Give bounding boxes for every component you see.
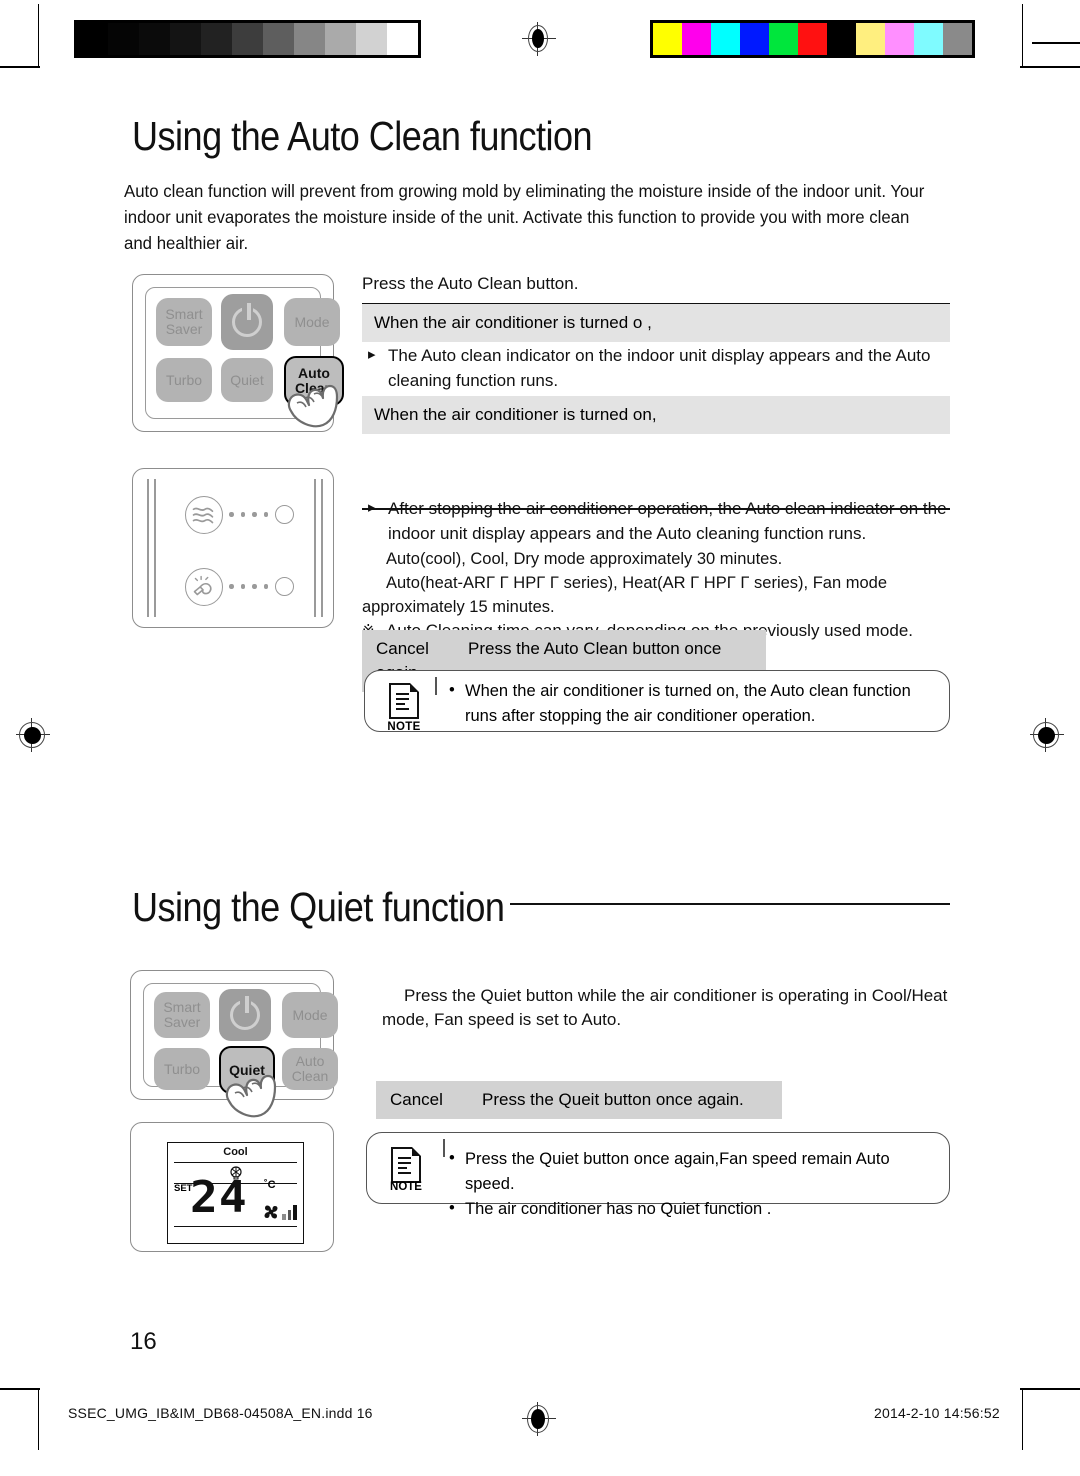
note-line: The air conditioner has no Quiet functio… [449, 1196, 935, 1222]
note-label: NOTE [390, 1181, 422, 1193]
cancel-label: Cancel [390, 1090, 443, 1109]
note-icon [383, 1147, 429, 1183]
divider-2 [362, 508, 950, 510]
remote-key-power[interactable] [221, 294, 273, 350]
case-label-turned-on: When the air conditioner is turned on, [362, 396, 950, 434]
remote-key-label: Mode [292, 1006, 328, 1023]
cancel-text: Press the Queit button once again. [482, 1090, 744, 1109]
auto-clean-time-line-3: approximately 15 minutes. [362, 598, 555, 616]
manual-page: Using the Auto Clean function Auto clean… [0, 0, 1080, 1476]
remote-key-label: Mode [294, 313, 330, 330]
power-icon [232, 301, 262, 337]
case-on-bullet: After stopping the air conditioner opera… [366, 495, 990, 546]
quiet-lead-text: Press the Quiet button while the air con… [382, 986, 948, 1029]
note-label: NOTE [387, 721, 421, 733]
quiet-note-box: NOTE Press the Quiet button once again,F… [366, 1132, 950, 1221]
lcd-unit-label: ˚C [264, 1179, 276, 1191]
power-icon [230, 994, 260, 1030]
page-number: 16 [130, 1328, 157, 1355]
remote-key-label: Auto [295, 1053, 325, 1069]
case-label-turned-off: When the air conditioner is turned o , [362, 304, 950, 342]
remote-key-label: Clean [291, 1068, 329, 1084]
indicator-lamp-top [275, 505, 294, 524]
quiet-title-rule [510, 903, 950, 905]
footer-timestamp: 2014-2-10 14:56:52 [874, 1405, 1000, 1421]
remote-key-label: Quiet [230, 371, 264, 388]
remote-key-turbo[interactable]: Turbo [156, 358, 212, 402]
case-off-bullet: The Auto clean indicator on the indoor u… [366, 342, 978, 393]
auto-clean-time-line-2: Auto(heat-ARΓ Γ HPΓ Γ series), Heat(AR Γ… [386, 574, 888, 592]
auto-clean-time-line-1: Auto(cool), Cool, Dry mode approximately… [386, 550, 783, 568]
remote-key-smart-saver[interactable]: Smart Saver [156, 298, 212, 346]
pointing-hand-icon [285, 367, 343, 429]
remote-key-mode[interactable]: Mode [282, 992, 338, 1038]
quiet-cancel-row: Cancel Press the Queit button once again. [376, 1081, 782, 1119]
indicator-dots-top [229, 512, 268, 517]
remote-key-label: Saver [163, 1014, 201, 1030]
airflow-indicator-icon [185, 496, 223, 534]
note-line: When the air conditioner is turned on, t… [449, 678, 929, 729]
note-icon: NOTE [381, 683, 427, 733]
auto-clean-indicator-icon [185, 568, 223, 606]
auto-clean-note-box: NOTE When the air conditioner is turned … [364, 670, 950, 733]
remote-control-illustration-quiet: Smart Saver Mode Turbo Quiet Auto Clean [130, 970, 338, 1118]
indicator-lamp-bottom [275, 577, 294, 596]
remote-key-label: Turbo [165, 371, 203, 388]
remote-key-label: Saver [165, 321, 203, 337]
remote-key-label: Smart [163, 999, 201, 1015]
footer-file-name: SSEC_UMG_IB&IM_DB68-04508A_EN.indd 16 [68, 1405, 373, 1421]
lcd-display-illustration: Cool SET 24 ˚C [130, 1122, 334, 1252]
page-title-quiet: Using the Quiet function [132, 884, 505, 930]
remote-key-quiet[interactable]: Quiet [221, 358, 273, 402]
auto-clean-lead-text: Press the Auto Clean button. [362, 274, 579, 293]
indicator-dots-bottom [229, 584, 268, 589]
pointing-hand-icon [223, 1057, 281, 1119]
remote-control-illustration-auto-clean: Smart Saver Mode Turbo Quiet Auto Clean [132, 274, 344, 432]
remote-key-label: Smart [165, 306, 203, 322]
fan-speed-bars-icon [282, 1205, 297, 1220]
auto-clean-intro-text: Auto clean function will prevent from gr… [124, 181, 925, 253]
lcd-mode-label: Cool [223, 1146, 248, 1158]
fan-icon [260, 1201, 282, 1228]
remote-key-smart-saver[interactable]: Smart Saver [154, 992, 210, 1038]
note-line: Press the Quiet button once again,Fan sp… [449, 1146, 935, 1197]
page-title-auto-clean: Using the Auto Clean function [132, 113, 593, 159]
lcd-temperature: 24 [190, 1172, 248, 1223]
cancel-label: Cancel [376, 639, 429, 658]
remote-key-auto-clean[interactable]: Auto Clean [282, 1048, 338, 1090]
remote-key-power[interactable] [219, 989, 271, 1041]
remote-key-mode[interactable]: Mode [284, 298, 340, 346]
lcd-screen: Cool SET 24 ˚C [167, 1142, 304, 1244]
indoor-unit-display-illustration [132, 468, 334, 628]
remote-key-label: Turbo [163, 1060, 201, 1077]
remote-key-turbo[interactable]: Turbo [154, 1048, 210, 1090]
